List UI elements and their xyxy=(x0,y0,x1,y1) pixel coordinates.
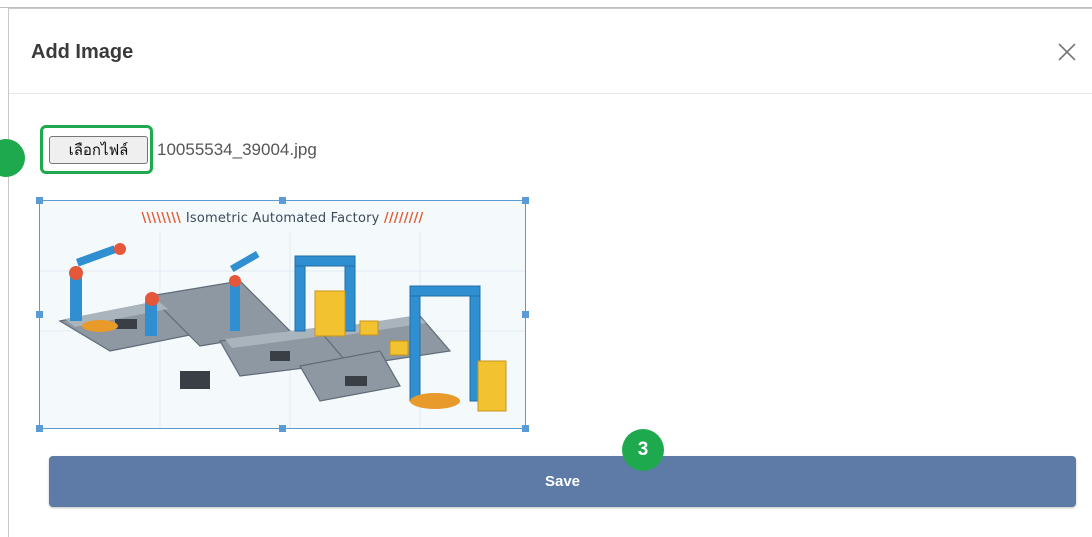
resize-handle-middle-left[interactable] xyxy=(36,311,43,318)
resize-handle-bottom-middle[interactable] xyxy=(279,425,286,432)
resize-handle-top-right[interactable] xyxy=(522,197,529,204)
page-top-border xyxy=(0,0,1092,8)
resize-handle-bottom-left[interactable] xyxy=(36,425,43,432)
resize-handle-top-left[interactable] xyxy=(36,197,43,204)
dialog-title: Add Image xyxy=(31,41,134,63)
step-marker-badge xyxy=(0,139,25,177)
selected-file-name: 10055534_39004.jpg xyxy=(157,140,317,159)
resize-handle-middle-right[interactable] xyxy=(522,311,529,318)
factory-illustration xyxy=(40,231,525,428)
add-image-dialog: Add Image เลือกไฟล์ 10055534_39004.jpg \… xyxy=(0,8,1092,537)
choose-file-button[interactable]: เลือกไฟล์ xyxy=(49,136,148,164)
image-preview[interactable]: \\\\\\\\ Isometric Automated Factory ///… xyxy=(39,200,526,429)
step-marker-3: 3 xyxy=(622,429,664,471)
resize-handle-top-middle[interactable] xyxy=(279,197,286,204)
save-button[interactable]: Save xyxy=(49,456,1076,507)
close-icon[interactable] xyxy=(1054,39,1080,65)
resize-handle-bottom-right[interactable] xyxy=(522,425,529,432)
header-divider xyxy=(9,93,1092,94)
